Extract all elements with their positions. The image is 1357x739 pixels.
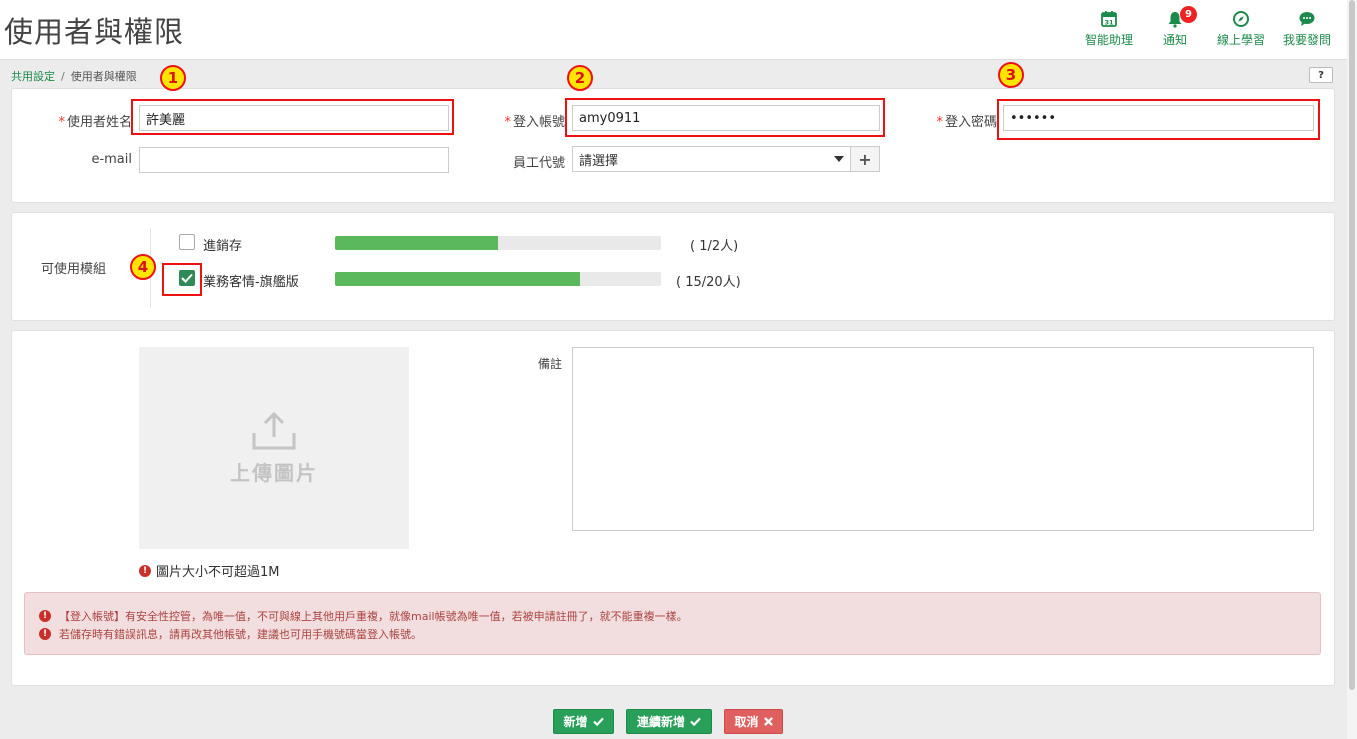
email-input[interactable]: [139, 147, 449, 173]
highlight-box-account: [565, 98, 885, 137]
learning-button[interactable]: 線上學習: [1215, 10, 1267, 48]
step-marker-4: 4: [130, 254, 156, 280]
notification-label: 通知: [1162, 33, 1187, 47]
password-label-text: 登入密碼: [944, 115, 997, 130]
add-continue-button[interactable]: 連續新增: [626, 709, 712, 734]
step-marker-3: 3: [998, 62, 1024, 88]
alert-line: ! 【登入帳號】有安全性控管，為唯一值，不可與線上其他用戶重複，就像mail帳號…: [39, 607, 1320, 625]
learning-label: 線上學習: [1216, 33, 1265, 47]
cancel-button[interactable]: 取消: [724, 709, 783, 734]
assistant-button[interactable]: 31 智能助理: [1083, 10, 1135, 48]
cancel-button-label: 取消: [734, 715, 759, 729]
assistant-label: 智能助理: [1084, 33, 1133, 47]
email-label: e-mail: [91, 152, 132, 167]
compass-icon: [1233, 11, 1249, 27]
required-mark: *: [936, 115, 943, 130]
account-label: * 登入帳號: [490, 111, 565, 130]
modules-panel: [11, 212, 1335, 321]
breadcrumb: 共用設定 / 使用者與權限: [11, 68, 137, 84]
module-usage-text-inventory: ( 1/2人): [690, 239, 739, 254]
step-marker-1: 1: [160, 65, 186, 91]
scrollbar[interactable]: [1347, 0, 1357, 739]
breadcrumb-current: 使用者與權限: [70, 70, 137, 83]
module-usage-bar-inventory: [335, 236, 661, 250]
required-mark: *: [58, 115, 65, 130]
employee-select[interactable]: 請選擇: [572, 146, 851, 172]
scrollbar-thumb[interactable]: [1349, 0, 1355, 690]
caret-down-icon: [834, 156, 844, 162]
module-usage-bar-crm: [335, 272, 661, 286]
account-label-text: 登入帳號: [512, 115, 565, 130]
employee-select-value: 請選擇: [579, 153, 619, 169]
module-name-crm: 業務客情-旗艦版: [203, 275, 299, 290]
module-usage-fill-inventory: [335, 236, 498, 250]
remark-label: 備註: [538, 357, 563, 371]
alert-line: ! 若儲存時有錯誤訊息，請再改其他帳號，建議也可用手機號碼當登入帳號。: [39, 625, 1320, 643]
ask-label: 我要發問: [1282, 33, 1331, 47]
step-marker-2: 2: [567, 65, 593, 91]
upload-image-area[interactable]: 上傳圖片: [139, 347, 409, 549]
highlight-box-password: [997, 99, 1320, 140]
notification-button[interactable]: 9 通知: [1149, 6, 1201, 48]
ask-button[interactable]: 我要發問: [1281, 10, 1333, 48]
upload-icon: [252, 411, 296, 449]
name-label: * 使用者姓名: [40, 111, 132, 130]
upload-note-text: 圖片大小不可超過1M: [156, 565, 280, 580]
add-employee-button[interactable]: +: [850, 146, 880, 172]
module-name-inventory: 進銷存: [203, 239, 243, 254]
page-header: 使用者與權限 31 智能助理 9 通知 線上學習 我要發問: [0, 0, 1347, 60]
remark-textarea[interactable]: [572, 347, 1314, 531]
required-mark: *: [504, 115, 511, 130]
warning-alert: ! 【登入帳號】有安全性控管，為唯一值，不可與線上其他用戶重複，就像mail帳號…: [24, 592, 1321, 655]
help-button[interactable]: ?: [1309, 67, 1333, 83]
calendar-icon: 31: [1101, 11, 1117, 27]
chat-icon: [1299, 12, 1315, 26]
page-title: 使用者與權限: [4, 15, 185, 49]
check-icon: [592, 717, 604, 726]
check-icon: [690, 717, 701, 726]
modules-label: 可使用模組: [41, 262, 107, 277]
add-continue-button-label: 連續新增: [636, 715, 685, 729]
upload-note: ! 圖片大小不可超過1M: [139, 561, 280, 580]
breadcrumb-parent-link[interactable]: 共用設定: [11, 70, 55, 83]
top-toolbar: 31 智能助理 9 通知 線上學習 我要發問: [1083, 6, 1333, 48]
breadcrumb-separator: /: [61, 70, 65, 83]
alert-line-text: 若儲存時有錯誤訊息，請再改其他帳號，建議也可用手機號碼當登入帳號。: [59, 628, 422, 641]
add-button[interactable]: 新增: [553, 709, 614, 734]
upload-label: 上傳圖片: [230, 460, 318, 485]
highlight-box-name: [131, 99, 454, 135]
module-checkbox-inventory[interactable]: [179, 234, 195, 250]
exclamation-icon: !: [39, 628, 51, 640]
name-label-text: 使用者姓名: [66, 115, 132, 130]
notification-badge: 9: [1180, 6, 1197, 23]
module-usage-fill-crm: [335, 272, 580, 286]
exclamation-icon: !: [139, 564, 151, 577]
close-icon: [763, 717, 773, 726]
password-label: * 登入密碼: [920, 111, 997, 130]
svg-text:31: 31: [1104, 19, 1114, 27]
module-usage-text-crm: ( 15/20人): [676, 275, 741, 290]
add-button-label: 新增: [563, 715, 588, 729]
exclamation-icon: !: [39, 610, 51, 622]
employee-label: 員工代號: [512, 156, 565, 171]
alert-line-text: 【登入帳號】有安全性控管，為唯一值，不可與線上其他用戶重複，就像mail帳號為唯…: [59, 610, 688, 623]
highlight-box-module: [162, 263, 202, 296]
